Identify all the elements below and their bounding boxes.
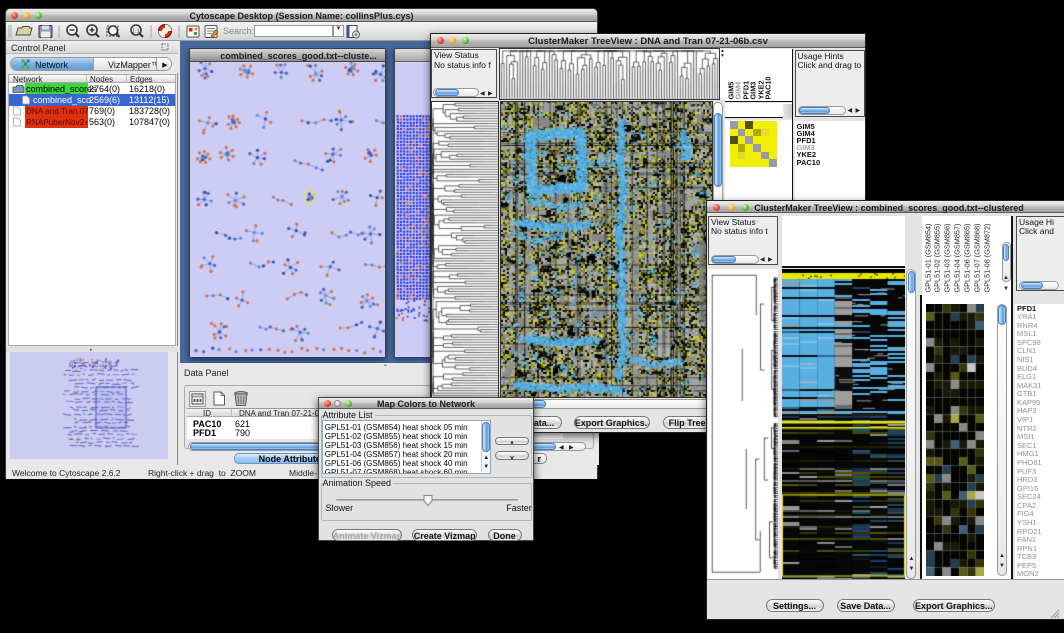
svg-text:1:1: 1:1 [132,29,140,35]
